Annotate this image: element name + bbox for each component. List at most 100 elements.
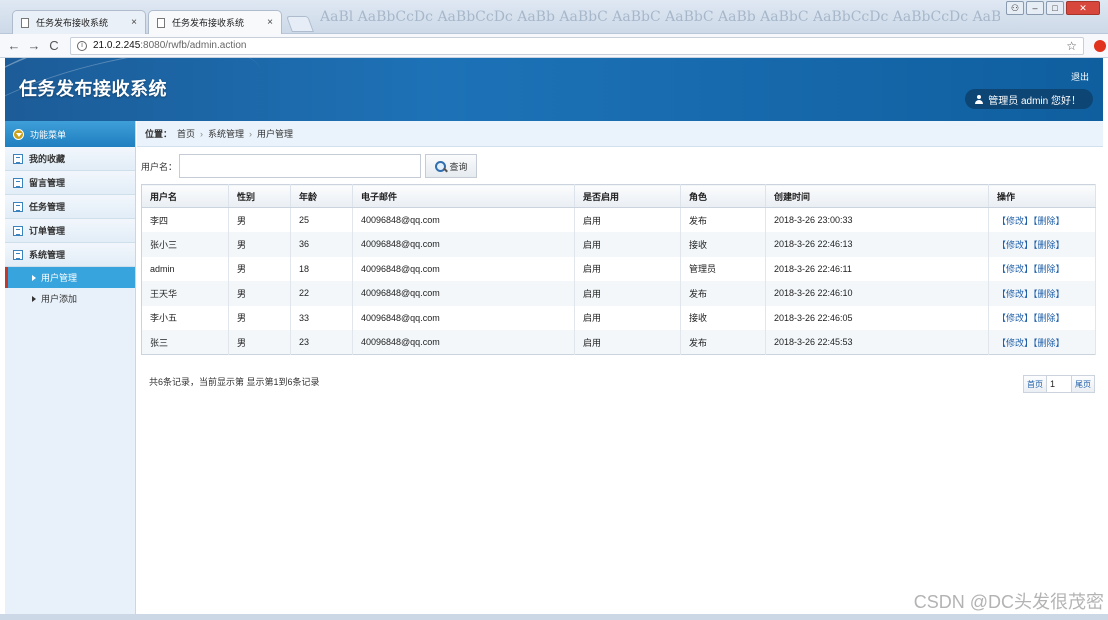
- address-bar[interactable]: i 21.0.2.245:8080/rwfb/admin.action ☆: [70, 36, 1084, 55]
- search-icon: [434, 160, 446, 172]
- delete-link[interactable]: 【删除】: [1033, 313, 1065, 323]
- delete-link[interactable]: 【删除】: [1033, 264, 1065, 274]
- table-cell-actions: 【修改】【删除】: [988, 256, 1096, 281]
- sidebar-item-tasks[interactable]: 任务管理: [5, 195, 135, 219]
- main-content: 位置： 首页 › 系统管理 › 用户管理 用户名： 查询 用户名 性别 年龄 电…: [137, 121, 1103, 614]
- bookmark-star-icon[interactable]: ☆: [1066, 39, 1077, 53]
- delete-link[interactable]: 【删除】: [1033, 338, 1065, 348]
- url-host: 21.0.2.245: [93, 40, 141, 51]
- breadcrumb-item-system[interactable]: 系统管理: [208, 127, 244, 140]
- column-header: 角色: [680, 184, 766, 208]
- page-number-input[interactable]: 1: [1047, 375, 1071, 393]
- back-arrow-icon[interactable]: ←: [4, 38, 24, 53]
- search-label: 用户名：: [141, 161, 178, 172]
- pagination: 首页 1 尾页: [1023, 375, 1095, 393]
- table-cell-actions: 【修改】【删除】: [988, 330, 1096, 355]
- username-search-input[interactable]: [179, 154, 422, 178]
- table-cell: 2018-3-26 23:00:33: [765, 207, 989, 232]
- sidebar-subitem-user-add[interactable]: 用户添加: [5, 288, 135, 309]
- table-cell: 男: [228, 281, 291, 306]
- sidebar-item-system[interactable]: 系统管理: [5, 243, 135, 267]
- list-icon: [13, 177, 23, 188]
- table-cell: 2018-3-26 22:45:53: [765, 330, 989, 355]
- sidebar-item-label: 任务管理: [29, 202, 66, 212]
- sidebar-item-label: 系统管理: [29, 250, 66, 260]
- browser-tab[interactable]: 任务发布接收系统 ×: [12, 10, 146, 34]
- column-header: 性别: [228, 184, 291, 208]
- edit-link[interactable]: 【修改】: [997, 240, 1033, 250]
- table-cell: 启用: [574, 232, 681, 257]
- user-table: 用户名 性别 年龄 电子邮件 是否启用 角色 创建时间 操作 李四男 25 4009…: [141, 184, 1096, 355]
- table-cell: 33: [290, 305, 353, 330]
- sidebar-item-favorites[interactable]: 我的收藏: [5, 147, 135, 171]
- forward-arrow-icon[interactable]: →: [24, 38, 44, 53]
- table-cell: 23: [290, 330, 353, 355]
- document-icon: [157, 17, 165, 28]
- table-cell: 36: [290, 232, 353, 257]
- table-cell: 发布: [680, 330, 766, 355]
- list-icon: [13, 225, 23, 236]
- tab-close-icon[interactable]: ×: [131, 17, 137, 28]
- window-close-button[interactable]: ✕: [1066, 1, 1100, 15]
- info-icon[interactable]: i: [77, 40, 87, 51]
- table-cell: 启用: [574, 256, 681, 281]
- breadcrumb-label: 位置：: [145, 129, 173, 139]
- table-cell: 男: [228, 207, 291, 232]
- table-cell-actions: 【修改】【删除】: [988, 305, 1096, 330]
- table-cell: 启用: [574, 330, 681, 355]
- edit-link[interactable]: 【修改】: [997, 338, 1033, 348]
- menu-title[interactable]: 功能菜单: [5, 121, 135, 147]
- list-icon: [13, 249, 23, 260]
- first-page-button[interactable]: 首页: [1023, 375, 1047, 393]
- table-cell: 40096848@qq.com: [352, 207, 575, 232]
- sidebar-item-label: 留言管理: [29, 178, 66, 188]
- delete-link[interactable]: 【删除】: [1033, 289, 1065, 299]
- table-cell-actions: 【修改】【删除】: [988, 207, 1096, 232]
- breadcrumb-item-home[interactable]: 首页: [177, 127, 195, 140]
- minimize-button[interactable]: –: [1026, 1, 1044, 15]
- column-header: 创建时间: [765, 184, 989, 208]
- table-cell: 2018-3-26 22:46:05: [765, 305, 989, 330]
- search-button[interactable]: 查询: [425, 154, 478, 178]
- menu-toggle-icon: [13, 128, 24, 140]
- sidebar-subitem-user-management[interactable]: 用户管理: [5, 267, 135, 288]
- edit-link[interactable]: 【修改】: [997, 313, 1033, 323]
- table-cell-actions: 【修改】【删除】: [988, 281, 1096, 306]
- table-row: 王天华男 22 40096848@qq.com 启用 发布 2018-3-26 22:46…: [141, 281, 1096, 306]
- column-header: 年龄: [290, 184, 353, 208]
- tab-close-icon[interactable]: ×: [267, 17, 273, 28]
- site-title: 任务发布接收系统: [19, 79, 167, 99]
- delete-link[interactable]: 【删除】: [1033, 240, 1065, 250]
- edit-link[interactable]: 【修改】: [997, 264, 1033, 274]
- table-cell: 2018-3-26 22:46:10: [765, 281, 989, 306]
- new-tab-button[interactable]: [286, 16, 314, 32]
- search-button-label: 查询: [449, 161, 468, 172]
- table-row: 李四男 25 40096848@qq.com 启用 发布 2018-3-26 23:00:…: [141, 207, 1096, 232]
- logout-link[interactable]: 退出: [1071, 70, 1089, 83]
- extension-icon[interactable]: [1094, 39, 1106, 52]
- column-header: 是否启用: [574, 184, 681, 208]
- profile-icon[interactable]: ⚇: [1006, 1, 1024, 15]
- reload-icon[interactable]: C: [44, 38, 64, 53]
- edit-link[interactable]: 【修改】: [997, 216, 1033, 226]
- table-body: 李四男 25 40096848@qq.com 启用 发布 2018-3-26 23:00:…: [141, 207, 1096, 355]
- table-cell: 启用: [574, 207, 681, 232]
- address-toolbar: ← → C i 21.0.2.245:8080/rwfb/admin.actio…: [0, 34, 1108, 58]
- breadcrumb-item-current: 用户管理: [257, 129, 294, 139]
- column-header: 操作: [988, 184, 1096, 208]
- sidebar-item-orders[interactable]: 订单管理: [5, 219, 135, 243]
- browser-tab-active[interactable]: 任务发布接收系统 ×: [148, 10, 282, 34]
- list-icon: [13, 153, 23, 164]
- table-cell: 管理员: [680, 256, 766, 281]
- sidebar-item-label: 我的收藏: [29, 154, 66, 164]
- window-bottom-edge: [0, 614, 1108, 620]
- document-icon: [21, 17, 29, 28]
- last-page-button[interactable]: 尾页: [1071, 375, 1095, 393]
- table-row: 李小五男 33 40096848@qq.com 启用 接收 2018-3-26 22:46…: [141, 305, 1096, 330]
- delete-link[interactable]: 【删除】: [1033, 216, 1065, 226]
- table-cell: 男: [228, 256, 291, 281]
- table-cell: 22: [290, 281, 353, 306]
- maximize-button[interactable]: □: [1046, 1, 1064, 15]
- sidebar-item-messages[interactable]: 留言管理: [5, 171, 135, 195]
- edit-link[interactable]: 【修改】: [997, 289, 1033, 299]
